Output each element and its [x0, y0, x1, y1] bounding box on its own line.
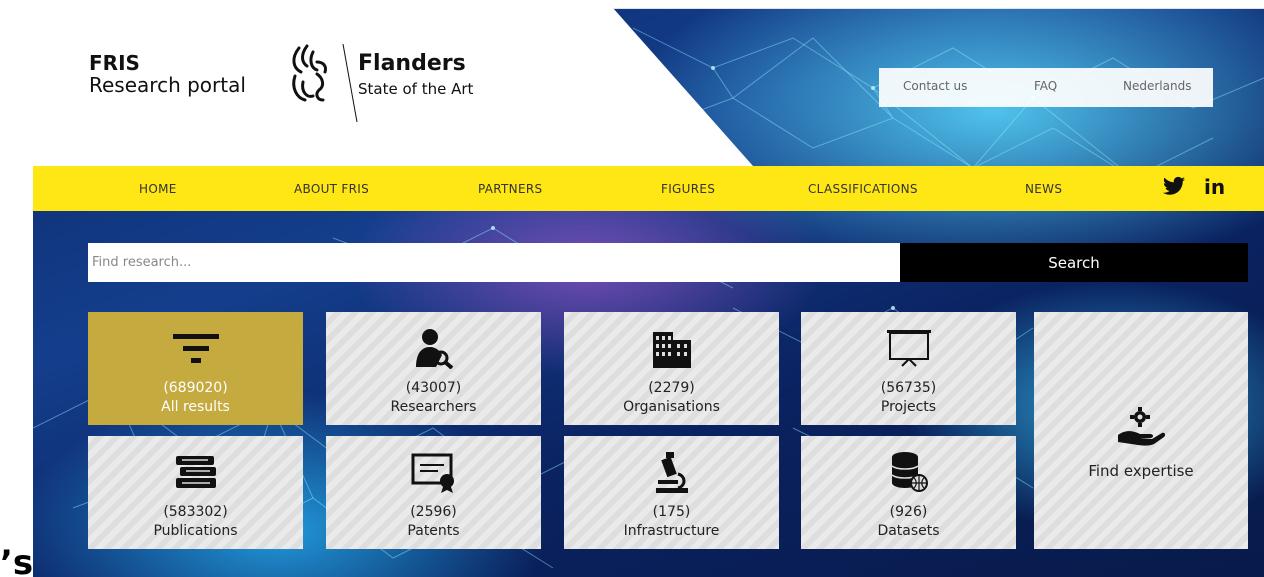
tile-label: Find expertise	[1088, 462, 1194, 480]
stray-text-fragment: ’s	[0, 543, 34, 577]
nav-news[interactable]: NEWS	[1025, 182, 1062, 196]
nav-figures[interactable]: FIGURES	[661, 182, 715, 196]
fris-logo[interactable]: FRIS Research portal	[89, 52, 246, 96]
hand-gear-icon	[1034, 407, 1248, 453]
tile-label: All results	[161, 399, 230, 415]
tile-label: Datasets	[877, 523, 940, 539]
researcher-icon	[326, 326, 541, 370]
tile-count: (2279)	[648, 380, 695, 396]
search-input[interactable]	[88, 243, 900, 282]
fris-logo-title: FRIS	[89, 51, 140, 75]
tile-label: Patents	[407, 523, 460, 539]
tile-count: (583302)	[163, 504, 228, 520]
flanders-title: Flanders	[358, 51, 466, 76]
microscope-icon	[564, 450, 779, 494]
tile-label: Researchers	[390, 399, 477, 415]
certificate-icon	[326, 450, 541, 494]
tile-all-results[interactable]: (689020) All results	[88, 312, 303, 425]
search-button[interactable]: Search	[900, 243, 1248, 282]
linkedin-icon[interactable]: in	[1204, 175, 1225, 199]
database-icon	[801, 450, 1016, 494]
faq-link[interactable]: FAQ	[1034, 79, 1057, 93]
books-icon	[88, 450, 303, 494]
filter-icon	[88, 326, 303, 370]
tile-label: Projects	[880, 399, 937, 415]
left-margin	[0, 0, 33, 577]
top-links: Contact us FAQ Nederlands	[879, 68, 1213, 107]
flanders-logo[interactable]: Flanders State of the Art	[287, 42, 487, 124]
twitter-bird-glyph	[1163, 176, 1185, 195]
tile-count: (43007)	[405, 380, 462, 396]
page: FRIS Research portal Flanders State of t…	[0, 0, 1264, 577]
fris-logo-subtitle: Research portal	[89, 73, 246, 97]
tile-label: Infrastructure	[623, 523, 720, 539]
tile-find-expertise[interactable]: Find expertise	[1034, 312, 1248, 549]
tile-count: (175)	[652, 504, 691, 520]
tile-datasets[interactable]: (926) Datasets	[801, 436, 1016, 549]
tile-patents[interactable]: (2596) Patents	[326, 436, 541, 549]
tile-label: Publications	[153, 523, 238, 539]
tile-count: (689020)	[163, 380, 228, 396]
language-link[interactable]: Nederlands	[1123, 79, 1191, 93]
main-nav: HOME ABOUT FRIS PARTNERS FIGURES CLASSIF…	[33, 166, 1264, 211]
tile-count: (56735)	[880, 380, 937, 396]
tile-projects[interactable]: (56735) Projects	[801, 312, 1016, 425]
nav-partners[interactable]: PARTNERS	[478, 182, 542, 196]
building-icon	[564, 326, 779, 370]
tile-label: Organisations	[623, 399, 720, 415]
nav-home[interactable]: HOME	[139, 182, 177, 196]
tile-count: (2596)	[410, 504, 457, 520]
nav-about[interactable]: ABOUT FRIS	[294, 182, 369, 196]
nav-classifications[interactable]: CLASSIFICATIONS	[808, 182, 918, 196]
flanders-subtitle: State of the Art	[358, 80, 474, 98]
flanders-lion-icon	[292, 43, 358, 123]
twitter-icon[interactable]	[1163, 176, 1185, 200]
tile-organisations[interactable]: (2279) Organisations	[564, 312, 779, 425]
tile-infrastructure[interactable]: (175) Infrastructure	[564, 436, 779, 549]
presentation-icon	[801, 326, 1016, 370]
tile-publications[interactable]: (583302) Publications	[88, 436, 303, 549]
tile-researchers[interactable]: (43007) Researchers	[326, 312, 541, 425]
contact-link[interactable]: Contact us	[903, 79, 967, 93]
tile-count: (926)	[889, 504, 928, 520]
